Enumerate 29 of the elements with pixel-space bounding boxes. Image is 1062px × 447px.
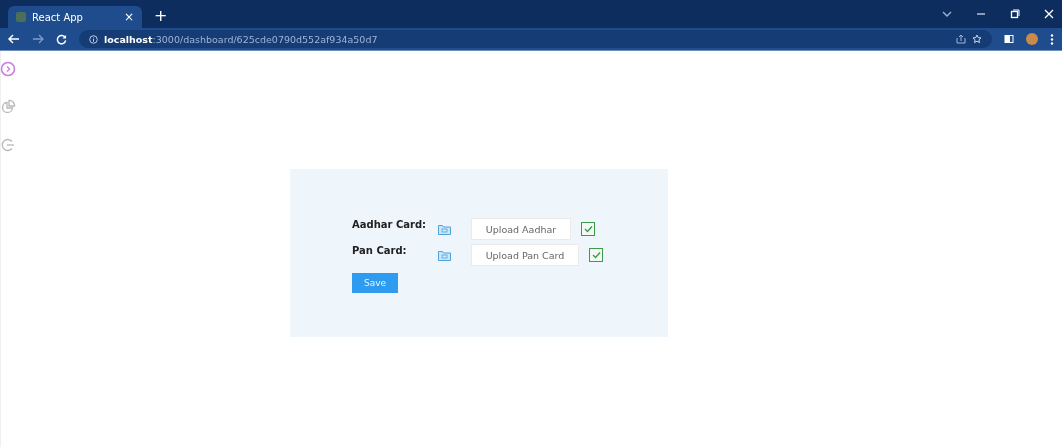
star-icon[interactable] — [972, 34, 982, 44]
new-tab-button[interactable]: + — [154, 6, 168, 25]
minimize-icon[interactable] — [976, 10, 986, 18]
upload-button[interactable]: Upload Pan Card — [471, 244, 579, 266]
back-icon[interactable] — [8, 34, 20, 44]
close-icon[interactable] — [1044, 9, 1054, 19]
checkbox[interactable] — [581, 222, 595, 236]
forward-icon[interactable] — [32, 34, 44, 44]
upload-button[interactable]: Upload Aadhar — [471, 218, 571, 240]
field-label: Pan Card: — [352, 244, 408, 256]
reload-icon[interactable] — [56, 33, 67, 45]
url-text: localhost:3000/dashboard/625cde0790d552af934a50d7 — [104, 33, 378, 45]
favicon-icon — [16, 12, 26, 22]
folder-icon — [438, 223, 451, 235]
folder-icon — [438, 249, 451, 261]
share-icon[interactable] — [956, 34, 966, 44]
close-tab-button[interactable]: × — [123, 10, 134, 24]
address-bar[interactable]: localhost:3000/dashboard/625cde0790d552af934a50d7 — [79, 30, 992, 48]
chevron-down-icon[interactable] — [942, 10, 952, 18]
tab-title: React App — [32, 11, 84, 23]
menu-icon[interactable] — [1050, 33, 1054, 45]
checkbox[interactable] — [589, 248, 603, 262]
expand-icon[interactable] — [0, 61, 16, 77]
sidepanel-icon[interactable] — [1004, 34, 1014, 44]
profile-avatar[interactable] — [1026, 33, 1038, 45]
field-label: Aadhar Card: — [352, 218, 428, 230]
browser-tab[interactable]: React App × — [8, 6, 142, 28]
info-icon — [89, 34, 98, 44]
restore-icon[interactable] — [1010, 9, 1020, 19]
